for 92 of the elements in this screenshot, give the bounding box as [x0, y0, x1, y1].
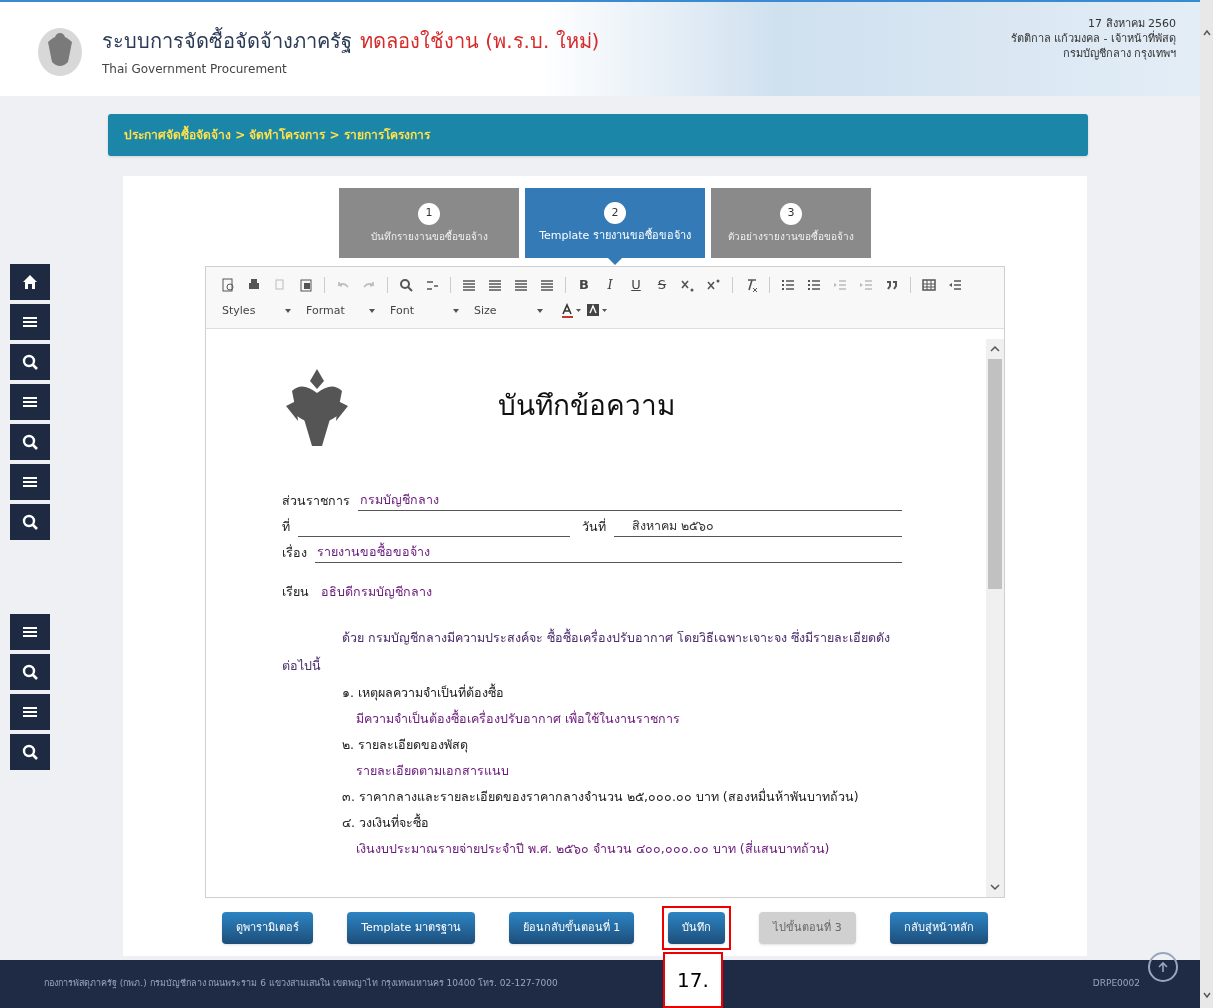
- field-label: ที่: [282, 518, 290, 537]
- menu-button[interactable]: [10, 614, 50, 650]
- scroll-down-icon: [1201, 990, 1212, 1000]
- field-line: กรมบัญชีกลาง: [358, 491, 902, 511]
- user-info-text: รัตติกาล แก้วมงคล - เจ้าหน้าที่พัสดุ: [1010, 31, 1176, 46]
- search-icon: [399, 277, 413, 292]
- search-icon: [21, 353, 39, 371]
- page-code: DRPE0002: [1092, 977, 1140, 991]
- callout-label: 17.: [663, 952, 723, 1008]
- list-icon: [807, 277, 821, 292]
- field-label: วันที่: [582, 518, 606, 537]
- print-icon: [247, 277, 261, 292]
- indent-icon: [833, 277, 847, 292]
- search-icon: [21, 513, 39, 531]
- item-heading: ๒. รายละเอียดของพัสดุ: [342, 735, 469, 755]
- table-icon: [922, 277, 936, 292]
- menu-button[interactable]: [10, 464, 50, 500]
- search-icon: [21, 663, 39, 681]
- user-info-text: 17 สิงหาคม 2560: [1088, 16, 1176, 30]
- item-detail: มีความจำเป็นต้องซื้อเครื่องปรับอากาศ เพื่อใช้ในงานราชการ: [355, 708, 681, 728]
- paste-icon: [299, 277, 313, 292]
- format-button[interactable]: S: [654, 274, 670, 295]
- home-icon: [21, 273, 39, 291]
- step-tab[interactable]: 1 บันทึกรายงานขอซื้อขอจ้าง: [339, 188, 519, 258]
- format-button[interactable]: U: [628, 274, 644, 295]
- action-button[interactable]: ดูพารามิเตอร์: [222, 912, 314, 944]
- field-line: สิงหาคม ๒๕๖๐: [614, 517, 902, 537]
- action-button[interactable]: กลับสู่หน้าหลัก: [889, 912, 988, 944]
- align-icon: [462, 277, 476, 292]
- align-icon: [488, 277, 502, 292]
- format-button[interactable]: B: [576, 274, 592, 295]
- item-heading: ๔. วงเงินที่จะซื้อ: [342, 812, 430, 832]
- back-to-top-button[interactable]: [1148, 952, 1178, 982]
- item-heading: ๓. ราคากลางและรายละเอียดของราคากลางจำนวน ๒๕,๐๐๐.๐๐ บาท (สองหมื่นห้าพันบาทถ้วน): [342, 787, 860, 806]
- item-detail: เงินงบประมาณรายจ่ายประจำปี พ.ศ. ๒๕๖๐ จำนวน ๔๐๐,๐๐๐.๐๐ บาท (สี่แสนบาทถ้วน): [355, 839, 831, 858]
- caret-icon: [284, 308, 292, 315]
- search-button[interactable]: [10, 734, 50, 770]
- item-heading: ๑. เหตุผลความจำเป็นที่ต้องซื้อ: [342, 682, 505, 703]
- preview-icon: [221, 277, 235, 292]
- caret-icon: [452, 308, 460, 315]
- body-paragraph: ด้วย กรมบัญชีกลางมีความประสงค์จะ ซื้อซื้อเครื่องปรับอากาศ โดยวิธีเฉพาะเจาะจง ซึ่งมีรายละเอียดดังต่อไปนี้: [282, 627, 891, 675]
- scroll-thumb[interactable]: [988, 359, 1002, 589]
- caret-icon: [536, 308, 544, 315]
- memo-heading: บันทึกข้อความ: [498, 388, 675, 424]
- search-icon: [21, 743, 39, 761]
- text-color-icon: [560, 303, 582, 320]
- toolbar-search-button[interactable]: [398, 276, 414, 293]
- item-detail: รายละเอียดตามเอกสารแนบ: [355, 761, 510, 780]
- toolbar-dropdown[interactable]: Font: [388, 302, 468, 321]
- recipient-text: อธิบดีกรมบัญชีกลาง: [321, 583, 432, 601]
- toolbar-preview-button[interactable]: [220, 276, 236, 293]
- menu-button[interactable]: [10, 384, 50, 420]
- scroll-down-icon: [989, 881, 1001, 893]
- align-icon: [514, 277, 528, 292]
- breadcrumb-text: ประกาศจัดซื้อจัดจ้าง > จัดทำโครงการ > รายการโครงการ: [124, 126, 430, 144]
- trial-label: ทดลองใช้งาน (พ.ร.บ. ใหม่): [360, 28, 600, 55]
- field-line: รายงานขอซื้อขอจ้าง: [315, 543, 902, 563]
- align-icon: [540, 277, 554, 292]
- action-button[interactable]: Template มาตรฐาน: [347, 912, 475, 944]
- toolbar-dropdown[interactable]: Format: [304, 302, 384, 321]
- indent-icon: [859, 277, 873, 292]
- user-info-text: กรมบัญชีกลาง กรุงเทพฯ: [1062, 46, 1176, 61]
- text-color-button[interactable]: [560, 303, 582, 320]
- action-button[interactable]: ย้อนกลับขั้นตอนที่ 1: [508, 912, 635, 944]
- home-button[interactable]: [10, 264, 50, 300]
- field-label: เรื่อง: [282, 544, 307, 563]
- field-label: เรียน: [282, 583, 309, 601]
- action-button[interactable]: บันทึก: [668, 912, 726, 944]
- footer-text: กองการพัสดุภาครัฐ (กพภ.) กรมบัญชีกลาง ถนนพระราม 6 แขวงสามเสนใน เขตพญาไท กรุงเทพมหานคร 10400 โทร. 02-127-7000: [44, 977, 558, 991]
- site-subtitle: Thai Government Procurement: [102, 61, 288, 78]
- toolbar-dropdown[interactable]: Styles: [220, 302, 300, 321]
- copy-icon: [273, 277, 287, 292]
- menu-button[interactable]: [10, 694, 50, 730]
- search-icon: [21, 433, 39, 451]
- toolbar-paste-button[interactable]: [298, 276, 314, 293]
- arrow-up-icon: [1156, 960, 1170, 974]
- search-button[interactable]: [10, 344, 50, 380]
- caret-icon: [368, 308, 376, 315]
- outdent-icon: [948, 277, 962, 292]
- format-button[interactable]: I: [602, 274, 618, 295]
- superscript-icon: [707, 277, 721, 292]
- search-button[interactable]: [10, 424, 50, 460]
- list-icon: [781, 277, 795, 292]
- site-title: ระบบการจัดซื้อจัดจ้างภาครัฐ: [102, 26, 352, 55]
- search-button[interactable]: [10, 654, 50, 690]
- search-button[interactable]: [10, 504, 50, 540]
- menu-button[interactable]: [10, 304, 50, 340]
- scroll-up-icon: [1201, 28, 1212, 38]
- toolbar-dropdown[interactable]: Size: [472, 302, 552, 321]
- field-label: ส่วนราชการ: [282, 492, 350, 511]
- step-tab[interactable]: 3 ตัวอย่างรายงานขอซื้อขอจ้าง: [711, 188, 871, 258]
- toolbar-table-button[interactable]: [921, 276, 937, 293]
